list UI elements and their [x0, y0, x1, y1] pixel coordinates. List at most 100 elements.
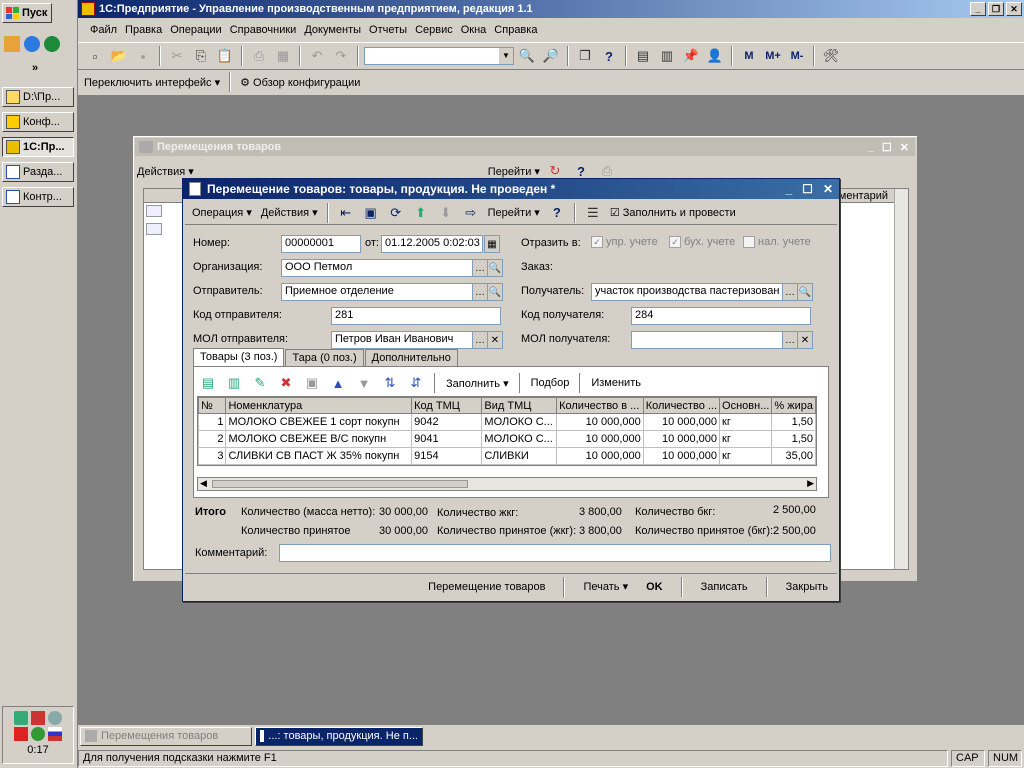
windows-icon[interactable]: ❐ — [574, 45, 596, 67]
bg-actions-button[interactable]: Действия ▾ — [137, 165, 194, 178]
window-tab-document[interactable]: ...: товары, продукция. Не п... — [255, 726, 423, 746]
select-button[interactable]: … — [472, 283, 488, 301]
open-icon[interactable]: 🔍 — [487, 259, 503, 277]
undo-icon[interactable]: ↶ — [306, 45, 328, 67]
check-upr[interactable]: ✓ упр. учете — [591, 236, 658, 248]
structure-icon[interactable]: ▣ — [360, 202, 382, 224]
sender-code-field[interactable]: 281 — [331, 307, 501, 325]
memory-minus-button[interactable]: M- — [786, 45, 808, 67]
select-button[interactable]: … — [472, 331, 488, 349]
cut-icon[interactable]: ✂ — [166, 45, 188, 67]
menu-operations[interactable]: Операции — [166, 24, 225, 36]
desktop-icon[interactable] — [4, 36, 20, 52]
minimize-button[interactable]: _ — [868, 141, 874, 154]
copy-row-icon[interactable]: ▥ — [223, 372, 245, 394]
check-buh[interactable]: ✓ бух. учете — [669, 236, 735, 248]
preview-icon[interactable]: ▦ — [272, 45, 294, 67]
sort-desc-icon[interactable]: ⇵ — [405, 372, 427, 394]
menu-documents[interactable]: Документы — [300, 24, 365, 36]
col-nomenclature[interactable]: Номенклатура — [225, 397, 413, 414]
taskbar-item-1c[interactable]: 1С:Пр... — [2, 137, 74, 157]
taskbar-item-word2[interactable]: Контр... — [2, 187, 74, 207]
change-button[interactable]: Изменить — [588, 377, 644, 389]
tab-additional[interactable]: Дополнительно — [364, 349, 458, 367]
taskbar-item-word1[interactable]: Разда... — [2, 162, 74, 182]
receiver-mol-field[interactable] — [631, 331, 783, 349]
tab-tare[interactable]: Тара (0 поз.) — [285, 349, 364, 367]
menu-help[interactable]: Справка — [490, 24, 541, 36]
unpost-icon[interactable]: ⬇ — [435, 202, 457, 224]
find-icon[interactable]: 🔍 — [516, 45, 538, 67]
tab-goods[interactable]: Товары (3 поз.) — [193, 348, 285, 366]
sender-field[interactable]: Приемное отделение — [281, 283, 473, 301]
config-review-button[interactable]: ⚙ Обзор конфигурации — [240, 76, 360, 89]
menu-windows[interactable]: Окна — [457, 24, 491, 36]
menu-service[interactable]: Сервис — [411, 24, 457, 36]
tray-antivirus-icon[interactable] — [31, 711, 45, 725]
bg-vscroll[interactable] — [894, 189, 908, 569]
add-row-icon[interactable]: ▤ — [197, 372, 219, 394]
table-row[interactable]: 2 МОЛОКО СВЕЖЕЕ В/С покупн 9041 МОЛОКО С… — [198, 430, 816, 448]
menu-edit[interactable]: Правка — [121, 24, 166, 36]
clear-icon[interactable]: ✕ — [797, 331, 813, 349]
save-button[interactable]: Записать — [698, 581, 751, 593]
start-button[interactable]: Пуск — [2, 3, 52, 23]
tray-volume-icon[interactable] — [48, 711, 62, 725]
tray-kaspersky-icon[interactable] — [14, 727, 28, 741]
date-field[interactable]: 01.12.2005 0:02:03 — [381, 235, 483, 253]
scroll-right-icon[interactable]: ▶ — [807, 478, 814, 489]
list-icon[interactable]: ☰ — [582, 202, 604, 224]
tools-icon[interactable]: 🛠 — [820, 45, 842, 67]
calendar-icon[interactable]: ▦ — [484, 235, 500, 253]
menu-reports[interactable]: Отчеты — [365, 24, 411, 36]
memory-m-button[interactable]: M — [738, 45, 760, 67]
sort-asc-icon[interactable]: ⇅ — [379, 372, 401, 394]
table-row[interactable]: 1 МОЛОКО СВЕЖЕЕ 1 сорт покупн 9042 МОЛОК… — [198, 413, 816, 431]
goods-table[interactable]: № Номенклатура Код ТМЦ Вид ТМЦ Количеств… — [197, 396, 817, 466]
taskbar-item-config[interactable]: Конф... — [2, 112, 74, 132]
ok-button[interactable]: OK — [643, 581, 666, 593]
minimize-button[interactable]: _ — [785, 182, 792, 196]
user-icon[interactable]: 👤 — [704, 45, 726, 67]
menu-file[interactable]: Файл — [86, 24, 121, 36]
delete-row-icon[interactable]: ✖ — [275, 372, 297, 394]
actions-menu[interactable]: Действия ▾ — [258, 206, 321, 219]
redo-icon[interactable]: ↷ — [330, 45, 352, 67]
fill-menu[interactable]: Заполнить ▾ — [443, 377, 512, 390]
end-edit-icon[interactable]: ▣ — [301, 372, 323, 394]
col-code[interactable]: Код ТМЦ — [411, 397, 483, 414]
find-next-icon[interactable]: 🔎 — [540, 45, 562, 67]
print-menu[interactable]: Печать ▾ — [580, 580, 631, 593]
quick-launch-more[interactable]: » — [32, 62, 38, 74]
close-button[interactable]: ✕ — [1006, 2, 1022, 16]
save-icon[interactable]: ▪ — [132, 45, 154, 67]
move-up-icon[interactable]: ▲ — [327, 372, 349, 394]
select-button[interactable]: … — [782, 283, 798, 301]
copy-icon[interactable]: ⎘ — [190, 45, 212, 67]
based-on-icon[interactable]: ⇨ — [460, 202, 482, 224]
close-button[interactable]: ✕ — [823, 182, 833, 196]
pick-button[interactable]: Подбор — [528, 377, 573, 389]
operation-menu[interactable]: Операция ▾ — [189, 206, 255, 219]
org-field[interactable]: ООО Петмол — [281, 259, 473, 277]
col-num[interactable]: № — [198, 397, 227, 414]
edit-row-icon[interactable]: ✎ — [249, 372, 271, 394]
close-doc-button[interactable]: Закрыть — [783, 581, 831, 593]
scroll-thumb[interactable] — [212, 480, 468, 488]
window-tab-list[interactable]: Перемещения товаров — [80, 726, 252, 746]
paste-icon[interactable]: 📋 — [214, 45, 236, 67]
chevron-down-icon[interactable]: ▼ — [499, 48, 513, 64]
fill-post-button[interactable]: ☑ Заполнить и провести — [607, 206, 739, 219]
select-button[interactable]: … — [472, 259, 488, 277]
check-nal[interactable]: нал. учете — [743, 236, 811, 248]
ie-icon[interactable] — [24, 36, 40, 52]
col-qty[interactable]: Количество ... — [642, 397, 721, 414]
help-icon[interactable]: ? — [598, 45, 620, 67]
calendar-icon[interactable]: ▥ — [656, 45, 678, 67]
table-row[interactable]: 3 СЛИВКИ СВ ПАСТ Ж 35% покупн 9154 СЛИВК… — [198, 447, 816, 465]
refresh-icon[interactable]: ⟳ — [385, 202, 407, 224]
comment-field[interactable] — [279, 544, 831, 562]
movement-button[interactable]: Перемещение товаров — [425, 581, 548, 593]
bg-goto-button[interactable]: Перейти ▾ — [488, 165, 540, 178]
tray-app-icon[interactable] — [31, 727, 45, 741]
